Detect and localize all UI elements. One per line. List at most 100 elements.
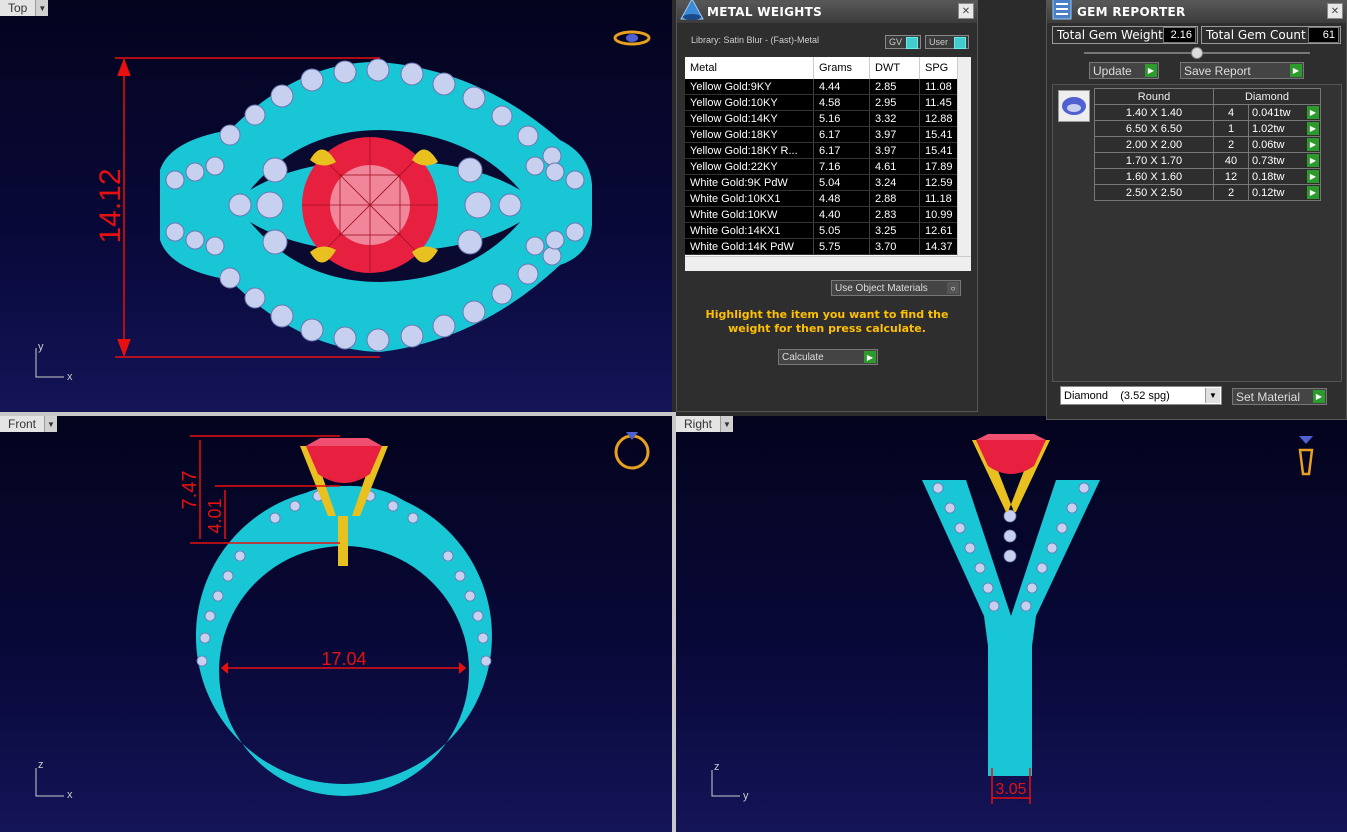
viewport-label-right[interactable]: Right ▼ <box>676 416 734 432</box>
table-row[interactable]: 1.40 X 1.40 4 0.041tw ▶ <box>1094 104 1321 121</box>
table-row[interactable]: 1.70 X 1.70 40 0.73tw ▶ <box>1094 152 1321 169</box>
table-cell: 3.25 <box>869 222 920 239</box>
round-gem-icon[interactable] <box>1058 90 1090 122</box>
gem-weight-value: 1.02tw <box>1252 122 1285 135</box>
gem-table[interactable]: Round Diamond 1.40 X 1.40 4 0.041tw ▶ 6.50 X… <box>1094 88 1321 201</box>
viewport-front[interactable]: 7.47 4.01 17.04 z x Front ▼ <box>0 416 672 832</box>
table-cell: 3.97 <box>869 126 920 143</box>
column-header[interactable]: DWT <box>869 57 920 79</box>
play-arrow-icon[interactable]: ▶ <box>1307 170 1319 183</box>
viewport-label-front[interactable]: Front ▼ <box>0 416 58 432</box>
user-label: User <box>929 37 949 47</box>
gem-reporter-logo-icon <box>1052 0 1072 20</box>
chevron-down-icon[interactable]: ▼ <box>45 416 58 432</box>
table-row[interactable]: 2.50 X 2.50 2 0.12tw ▶ <box>1094 184 1321 201</box>
play-arrow-icon[interactable]: ▶ <box>1307 186 1319 199</box>
table-row[interactable]: White Gold:9K PdW 5.04 3.24 12.59 <box>685 174 971 191</box>
toggle-icon <box>954 37 966 49</box>
table-row[interactable]: White Gold:14KX1 5.05 3.25 12.61 <box>685 222 971 239</box>
table-cell: White Gold:14K PdW <box>685 238 814 255</box>
table-cell: 3.97 <box>869 142 920 159</box>
metal-table[interactable]: Metal Grams DWT SPG Yellow Gold:9KY 4.44 2… <box>685 57 971 271</box>
table-row[interactable]: White Gold:10KX1 4.48 2.88 11.18 <box>685 190 971 207</box>
viewport-title: Top <box>0 0 37 16</box>
table-row[interactable]: 6.50 X 6.50 1 1.02tw ▶ <box>1094 120 1321 137</box>
gem-weight-cell[interactable]: 0.12tw ▶ <box>1248 184 1321 201</box>
play-arrow-icon: ▶ <box>864 351 876 363</box>
update-button[interactable]: Update ▶ <box>1089 62 1159 79</box>
table-cell: 4.40 <box>813 206 870 223</box>
table-cell: 5.05 <box>813 222 870 239</box>
ring-icon[interactable] <box>614 432 650 470</box>
table-cell: 2.88 <box>869 190 920 207</box>
top-view-scene <box>35 30 651 378</box>
viewport-top[interactable]: 14.12 y x Top ▼ <box>0 0 672 412</box>
table-row[interactable]: Yellow Gold:14KY 5.16 3.32 12.88 <box>685 110 971 127</box>
column-header[interactable]: Metal <box>685 57 814 79</box>
column-header[interactable]: Grams <box>813 57 870 79</box>
panel-title: METAL WEIGHTS <box>707 5 823 19</box>
play-arrow-icon[interactable]: ▶ <box>1307 122 1319 135</box>
viewport-label-top[interactable]: Top ▼ <box>0 0 49 16</box>
gem-weight-cell[interactable]: 0.18tw ▶ <box>1248 168 1321 185</box>
slider-handle[interactable] <box>1191 47 1203 59</box>
ring-front-render <box>195 438 492 796</box>
table-row[interactable]: Yellow Gold:18KY 6.17 3.97 15.41 <box>685 126 971 143</box>
gem-weight-cell[interactable]: 1.02tw ▶ <box>1248 120 1321 137</box>
gem-size-cell: 1.40 X 1.40 <box>1094 104 1214 121</box>
viewport-title: Front <box>0 416 46 432</box>
table-row[interactable]: Yellow Gold:9KY 4.44 2.85 11.08 <box>685 79 971 95</box>
panel-titlebar[interactable]: METAL WEIGHTS ✕ <box>677 0 977 23</box>
table-cell: 4.44 <box>813 79 870 95</box>
user-toggle[interactable]: User <box>925 35 969 49</box>
play-arrow-icon[interactable]: ▶ <box>1307 138 1319 151</box>
gv-toggle[interactable]: GV <box>885 35 921 49</box>
chevron-down-icon[interactable]: ▼ <box>721 416 734 432</box>
ring-side-icon[interactable] <box>1298 436 1314 476</box>
viewport-right[interactable]: 3.05 z y Right ▼ <box>676 416 1347 832</box>
table-row[interactable]: Yellow Gold:10KY 4.58 2.95 11.45 <box>685 94 971 111</box>
right-view-scene <box>711 434 1314 804</box>
use-object-materials-toggle[interactable]: Use Object Materials ○ <box>831 280 961 296</box>
play-arrow-icon: ▶ <box>1145 64 1157 77</box>
gem-size-cell: 1.70 X 1.70 <box>1094 152 1214 169</box>
table-row[interactable]: White Gold:10KW 4.40 2.83 10.99 <box>685 206 971 223</box>
gem-weight-value: 0.06tw <box>1252 138 1285 151</box>
table-cell: 4.61 <box>869 158 920 175</box>
vertical-scrollbar[interactable] <box>957 57 971 257</box>
play-arrow-icon[interactable]: ▶ <box>1307 154 1319 167</box>
calculate-button[interactable]: Calculate ▶ <box>778 349 878 365</box>
view-cube-icon[interactable] <box>613 30 651 46</box>
total-gem-count-value: 61 <box>1308 27 1339 43</box>
table-row[interactable]: 2.00 X 2.00 2 0.06tw ▶ <box>1094 136 1321 153</box>
table-row[interactable]: Yellow Gold:22KY 7.16 4.61 17.89 <box>685 158 971 175</box>
close-icon[interactable]: ✕ <box>1327 3 1343 19</box>
horizontal-scrollbar[interactable] <box>685 256 971 271</box>
table-cell: White Gold:10KW <box>685 206 814 223</box>
play-arrow-icon[interactable]: ▶ <box>1307 106 1319 119</box>
gem-weight-value: 0.73tw <box>1252 154 1285 167</box>
chevron-down-icon[interactable]: ▼ <box>1205 388 1220 403</box>
gem-weight-cell[interactable]: 0.041tw ▶ <box>1248 104 1321 121</box>
chevron-down-icon[interactable]: ▼ <box>36 0 49 16</box>
gem-weight-cell[interactable]: 0.06tw ▶ <box>1248 136 1321 153</box>
axis-triad <box>711 770 740 797</box>
panel-titlebar[interactable]: GEM REPORTER ✕ <box>1047 0 1346 23</box>
save-report-label: Save Report <box>1184 63 1251 78</box>
table-row[interactable]: 1.60 X 1.60 12 0.18tw ▶ <box>1094 168 1321 185</box>
ring-right-render <box>922 434 1100 776</box>
gem-weight-value: 0.12tw <box>1252 186 1285 199</box>
gem-count-cell: 4 <box>1213 104 1249 121</box>
table-row[interactable]: White Gold:14K PdW 5.75 3.70 14.37 <box>685 238 971 255</box>
set-material-button[interactable]: Set Material ▶ <box>1232 388 1327 405</box>
gem-weight-cell[interactable]: 0.73tw ▶ <box>1248 152 1321 169</box>
column-header: Diamond <box>1213 88 1321 105</box>
save-report-button[interactable]: Save Report ▶ <box>1180 62 1304 79</box>
close-icon[interactable]: ✕ <box>958 3 974 19</box>
table-row[interactable]: Yellow Gold:18KY R... 6.17 3.97 15.41 <box>685 142 971 159</box>
material-select[interactable]: Diamond (3.52 spg) ▼ <box>1060 386 1222 405</box>
table-cell: 2.85 <box>869 79 920 95</box>
table-cell: Yellow Gold:10KY <box>685 94 814 111</box>
table-cell: White Gold:9K PdW <box>685 174 814 191</box>
axis-triad <box>35 768 64 797</box>
